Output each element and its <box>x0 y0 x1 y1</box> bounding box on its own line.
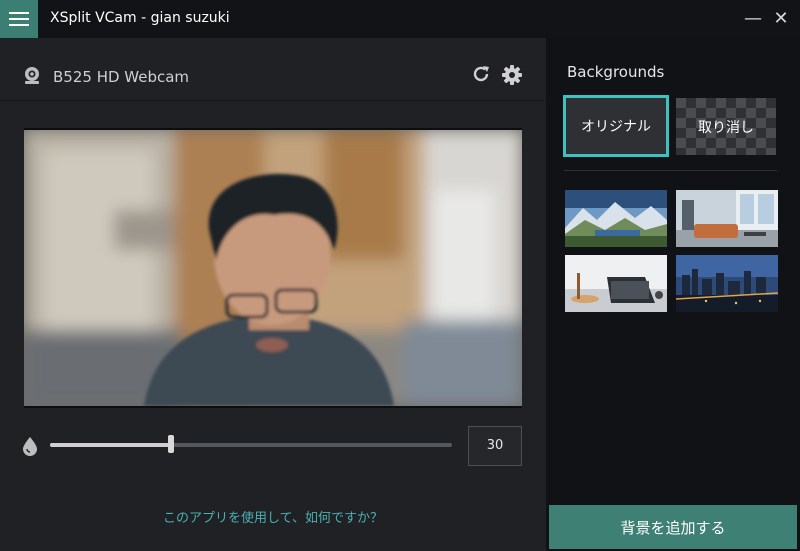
background-thumbnail-city-night[interactable] <box>676 255 778 312</box>
camera-panel: B525 HD Webcam 30 このアプリを使用して、如何ですか？ <box>0 38 546 551</box>
camera-preview <box>24 128 522 408</box>
droplet-icon <box>23 437 37 456</box>
background-thumbnail-mountain-lake[interactable] <box>565 190 667 247</box>
remove-background-label: 取り消し <box>698 119 754 136</box>
backgrounds-heading: Backgrounds <box>567 63 665 81</box>
blur-value-field[interactable]: 30 <box>468 426 522 466</box>
background-thumbnail-desk-laptop[interactable] <box>565 255 667 312</box>
divider <box>564 170 777 171</box>
background-thumbnail-living-room[interactable] <box>676 190 778 247</box>
original-background-button[interactable]: オリジナル <box>563 95 669 157</box>
blur-slider-fill <box>50 443 171 447</box>
blur-slider[interactable] <box>50 435 452 453</box>
window-title: XSplit VCam - gian suzuki <box>50 10 230 26</box>
backgrounds-panel: Backgrounds オリジナル 取り消し 背景を追加する <box>546 38 800 551</box>
feedback-link[interactable]: このアプリを使用して、如何ですか？ <box>0 507 546 526</box>
close-button[interactable]: ✕ <box>770 8 792 30</box>
title-bar: XSplit VCam - gian suzuki — ✕ <box>0 0 800 38</box>
gear-icon[interactable] <box>501 64 523 86</box>
webcam-icon <box>25 67 39 84</box>
refresh-icon[interactable] <box>471 64 491 84</box>
hamburger-menu-icon[interactable] <box>0 0 38 38</box>
remove-background-button[interactable]: 取り消し <box>676 98 776 155</box>
add-background-button[interactable]: 背景を追加する <box>549 505 797 549</box>
camera-toolbar: B525 HD Webcam <box>0 38 546 101</box>
original-background-label: オリジナル <box>581 119 651 135</box>
minimize-button[interactable]: — <box>742 8 764 30</box>
blur-slider-thumb[interactable] <box>167 435 174 453</box>
camera-name[interactable]: B525 HD Webcam <box>53 68 189 86</box>
